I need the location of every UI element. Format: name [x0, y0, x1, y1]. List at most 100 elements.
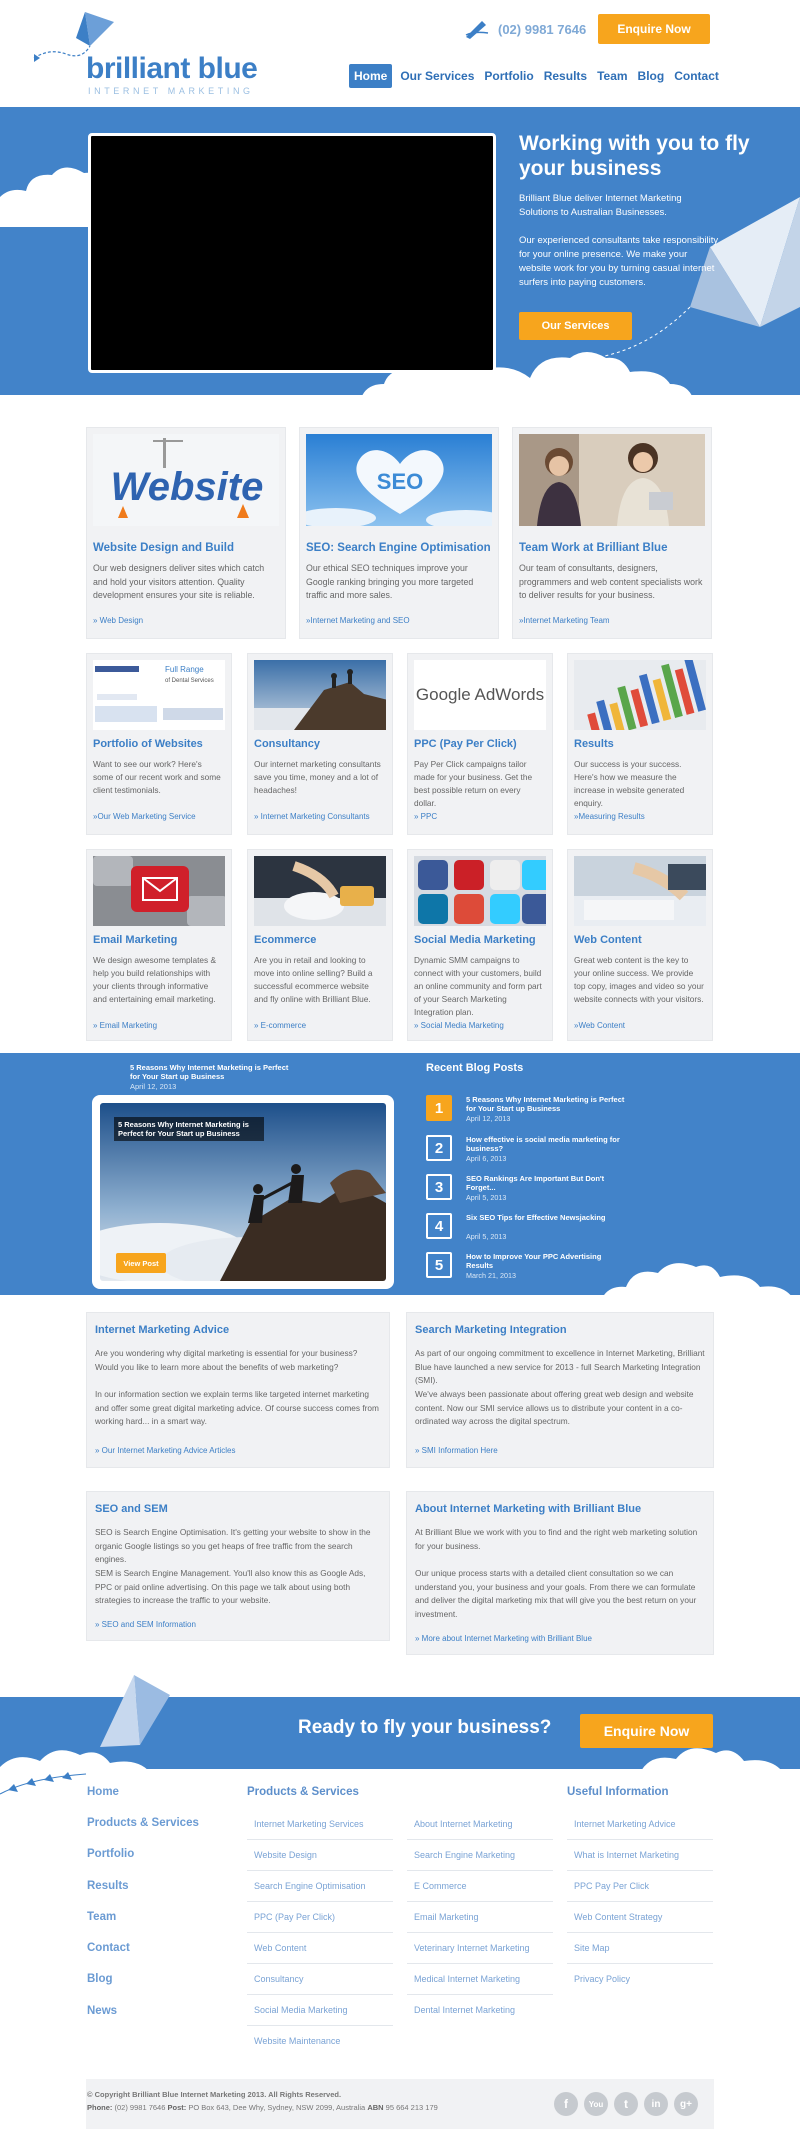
footer-product-link[interactable]: Consultancy	[247, 1964, 393, 1995]
blog-post-item[interactable]: 2 How effective is social media marketin…	[426, 1135, 646, 1169]
info-title[interactable]: About Internet Marketing with Brilliant …	[415, 1503, 641, 1515]
footer-product-link[interactable]: Web Content	[247, 1933, 393, 1964]
phone-number[interactable]: (02) 9981 7646	[464, 18, 586, 40]
hero-video-player[interactable]	[88, 133, 496, 373]
nav-portfolio[interactable]: Portfolio	[479, 64, 538, 88]
consultancy-mountain-image[interactable]	[254, 660, 386, 730]
card-title[interactable]: Email Marketing	[93, 934, 177, 946]
facebook-icon[interactable]: f	[554, 2092, 578, 2116]
footer-product-link[interactable]: Social Media Marketing	[247, 1995, 393, 2026]
footer-product-link[interactable]: Email Marketing	[407, 1902, 553, 1933]
featured-post-title[interactable]: 5 Reasons Why Internet Marketing is Perf…	[114, 1117, 264, 1141]
featured-post-caption[interactable]: 5 Reasons Why Internet Marketing is Perf…	[130, 1063, 300, 1081]
footer-product-link[interactable]: PPC (Pay Per Click)	[247, 1902, 393, 1933]
twitter-icon[interactable]: t	[614, 2092, 638, 2116]
nav-our-services[interactable]: Our Services	[395, 64, 479, 88]
post-number[interactable]: 2	[426, 1135, 452, 1161]
card-link[interactable]: »Internet Marketing and SEO	[306, 616, 410, 625]
card-link[interactable]: »Our Web Marketing Service	[93, 812, 196, 821]
info-title[interactable]: SEO and SEM	[95, 1503, 168, 1515]
social-icons-image[interactable]	[414, 856, 546, 926]
footer-link-team[interactable]: Team	[87, 1911, 116, 1923]
ecommerce-mouse-image[interactable]	[254, 856, 386, 926]
featured-post-image[interactable]: 5 Reasons Why Internet Marketing is Perf…	[100, 1103, 386, 1281]
footer-product-link[interactable]: Veterinary Internet Marketing	[407, 1933, 553, 1964]
info-link[interactable]: » SMI Information Here	[415, 1446, 498, 1455]
card-link[interactable]: »Web Content	[574, 1021, 625, 1030]
logo-wordmark[interactable]: brilliant blue	[86, 52, 258, 86]
post-title[interactable]: How effective is social media marketing …	[466, 1135, 626, 1153]
footer-product-link[interactable]: Internet Marketing Services	[247, 1809, 393, 1840]
post-number[interactable]: 4	[426, 1213, 452, 1239]
team-meeting-image[interactable]	[519, 434, 705, 526]
card-link[interactable]: » Social Media Marketing	[414, 1021, 504, 1030]
email-key-image[interactable]	[93, 856, 225, 926]
footer-useful-link[interactable]: Web Content Strategy	[567, 1902, 713, 1933]
footer-useful-link[interactable]: PPC Pay Per Click	[567, 1871, 713, 1902]
info-link[interactable]: » Our Internet Marketing Advice Articles	[95, 1446, 236, 1455]
youtube-icon[interactable]: You	[584, 2092, 608, 2116]
card-link[interactable]: » Internet Marketing Consultants	[254, 812, 370, 821]
cta-enquire-button[interactable]: Enquire Now	[580, 1714, 713, 1748]
nav-home[interactable]: Home	[349, 64, 393, 88]
card-title[interactable]: Team Work at Brilliant Blue	[519, 542, 667, 554]
footer-useful-link[interactable]: Internet Marketing Advice	[567, 1809, 713, 1840]
card-title[interactable]: Results	[574, 738, 614, 750]
card-title[interactable]: Portfolio of Websites	[93, 738, 203, 750]
footer-link-results[interactable]: Results	[87, 1880, 129, 1892]
card-link[interactable]: » Email Marketing	[93, 1021, 157, 1030]
blog-post-item[interactable]: 4 Six SEO Tips for Effective Newsjacking…	[426, 1213, 646, 1247]
card-title[interactable]: Website Design and Build	[93, 542, 234, 554]
post-title[interactable]: How to Improve Your PPC Advertising Resu…	[466, 1252, 626, 1270]
card-link[interactable]: » PPC	[414, 812, 437, 821]
footer-product-link[interactable]: Search Engine Marketing	[407, 1840, 553, 1871]
footer-product-link[interactable]: Website Design	[247, 1840, 393, 1871]
card-title[interactable]: Consultancy	[254, 738, 320, 750]
card-link[interactable]: »Internet Marketing Team	[519, 616, 610, 625]
footer-link-portfolio[interactable]: Portfolio	[87, 1848, 134, 1860]
card-title[interactable]: Ecommerce	[254, 934, 316, 946]
card-link[interactable]: »Measuring Results	[574, 812, 645, 821]
post-number[interactable]: 1	[426, 1095, 452, 1121]
info-link[interactable]: » More about Internet Marketing with Bri…	[415, 1634, 592, 1643]
our-services-button[interactable]: Our Services	[519, 312, 632, 340]
nav-team[interactable]: Team	[592, 64, 632, 88]
footer-useful-link[interactable]: Privacy Policy	[567, 1964, 713, 1995]
card-title[interactable]: Social Media Marketing	[414, 934, 536, 946]
footer-product-link[interactable]: Dental Internet Marketing	[407, 1995, 553, 2026]
info-title[interactable]: Search Marketing Integration	[415, 1324, 567, 1336]
footer-link-blog[interactable]: Blog	[87, 1973, 113, 1985]
footer-product-link[interactable]: Medical Internet Marketing	[407, 1964, 553, 1995]
blog-post-item[interactable]: 5 How to Improve Your PPC Advertising Re…	[426, 1252, 646, 1286]
post-title[interactable]: Six SEO Tips for Effective Newsjacking	[466, 1213, 626, 1222]
post-number[interactable]: 3	[426, 1174, 452, 1200]
card-title[interactable]: PPC (Pay Per Click)	[414, 738, 517, 750]
footer-product-link[interactable]: E Commerce	[407, 1871, 553, 1902]
card-link[interactable]: » Web Design	[93, 616, 143, 625]
footer-product-link[interactable]: About Internet Marketing	[407, 1809, 553, 1840]
view-post-button[interactable]: View Post	[116, 1253, 166, 1273]
linkedin-icon[interactable]: in	[644, 2092, 668, 2116]
results-chart-image[interactable]	[574, 660, 706, 730]
footer-link-home[interactable]: Home	[87, 1786, 119, 1798]
google-plus-icon[interactable]: g+	[674, 2092, 698, 2116]
footer-useful-link[interactable]: What is Internet Marketing	[567, 1840, 713, 1871]
footer-link-products[interactable]: Products & Services	[87, 1817, 199, 1829]
nav-blog[interactable]: Blog	[633, 64, 670, 88]
card-title[interactable]: SEO: Search Engine Optimisation	[306, 542, 491, 554]
footer-product-link[interactable]: Website Maintenance	[247, 2026, 393, 2057]
google-adwords-image[interactable]: Google AdWords	[414, 660, 546, 730]
seo-cloud-image[interactable]: SEO	[306, 434, 492, 526]
blog-post-item[interactable]: 3 SEO Rankings Are Important But Don't F…	[426, 1174, 646, 1208]
footer-product-link[interactable]: Search Engine Optimisation	[247, 1871, 393, 1902]
info-link[interactable]: » SEO and SEM Information	[95, 1620, 196, 1629]
post-title[interactable]: 5 Reasons Why Internet Marketing is Perf…	[466, 1095, 626, 1113]
website-design-image[interactable]: Website	[93, 434, 279, 526]
card-link[interactable]: » E-commerce	[254, 1021, 306, 1030]
info-title[interactable]: Internet Marketing Advice	[95, 1324, 229, 1336]
footer-link-news[interactable]: News	[87, 2005, 117, 2017]
blog-post-item[interactable]: 1 5 Reasons Why Internet Marketing is Pe…	[426, 1095, 646, 1129]
footer-useful-link[interactable]: Site Map	[567, 1933, 713, 1964]
portfolio-thumbnail[interactable]: Full Range of Dental Services	[93, 660, 225, 730]
enquire-now-button[interactable]: Enquire Now	[598, 14, 710, 44]
